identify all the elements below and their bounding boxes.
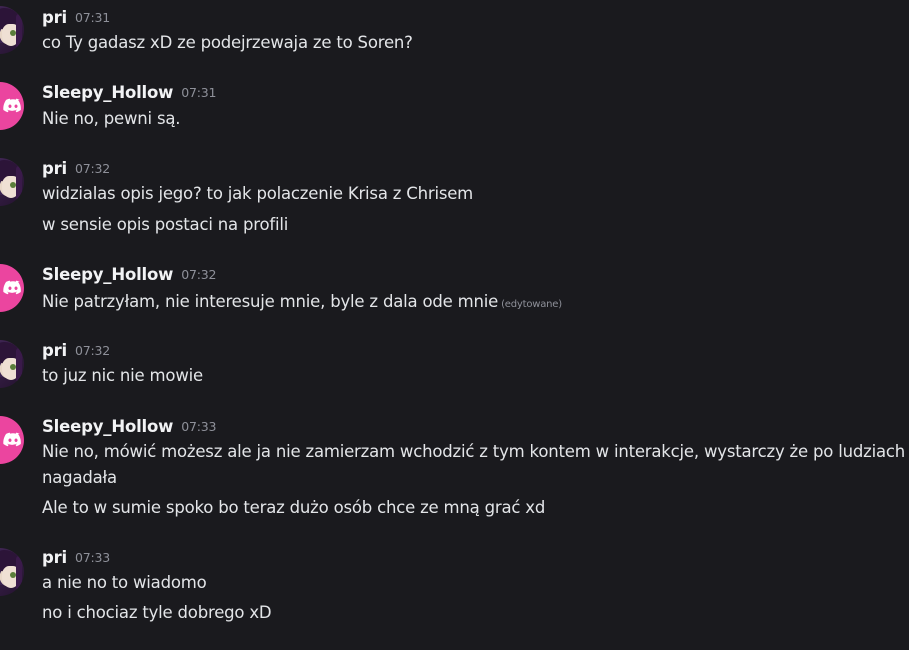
username-label[interactable]: pri (42, 8, 67, 27)
user-avatar[interactable] (0, 548, 24, 596)
timestamp: 07:32 (75, 161, 111, 176)
timestamp: 07:32 (181, 267, 217, 282)
message-text: Ale to w sumie spoko bo teraz dużo osób … (42, 498, 546, 517)
username-label[interactable]: Sleepy_Hollow (42, 417, 173, 436)
username[interactable]: pri 07:31 (42, 8, 110, 27)
chat-log: pri 07:31 co Ty gadasz xD ze podejrzewaja… (0, 0, 909, 650)
message-text: Nie no, pewni są. (42, 109, 181, 128)
timestamp: 07:32 (75, 343, 111, 358)
username[interactable]: Sleepy_Hollow 07:32 (42, 265, 216, 284)
username-label[interactable]: pri (42, 548, 67, 567)
username-label[interactable]: pri (42, 159, 67, 178)
message-text: widzialas opis jego? to jak polaczenie K… (42, 184, 474, 203)
message-text-content: Nie patrzyłam, nie interesuje mnie, byle… (42, 292, 499, 311)
user-avatar[interactable] (0, 6, 24, 54)
message-text: Nie patrzyłam, nie interesuje mnie, byle… (42, 292, 562, 311)
message-text: no i chociaz tyle dobrego xD (42, 603, 272, 622)
message-text: to juz nic nie mowie (42, 366, 203, 385)
timestamp: 07:31 (75, 10, 111, 25)
user-avatar[interactable] (0, 264, 24, 312)
username[interactable]: pri 07:33 (42, 548, 110, 567)
discord-logo-icon (3, 280, 21, 295)
timestamp: 07:31 (181, 85, 217, 100)
timestamp: 07:33 (75, 550, 111, 565)
user-avatar[interactable] (0, 158, 24, 206)
username-label[interactable]: Sleepy_Hollow (42, 265, 173, 284)
username[interactable]: pri 07:32 (42, 341, 110, 360)
username-label[interactable]: pri (42, 341, 67, 360)
discord-logo-icon (3, 98, 21, 113)
discord-logo-icon (3, 432, 21, 447)
username[interactable]: Sleepy_Hollow 07:33 (42, 417, 216, 436)
user-avatar[interactable] (0, 340, 24, 388)
message-text: nagadała (42, 468, 117, 487)
username-label[interactable]: Sleepy_Hollow (42, 83, 173, 102)
message-text: w sensie opis postaci na profili (42, 215, 289, 234)
username[interactable]: pri 07:32 (42, 159, 110, 178)
timestamp: 07:33 (181, 419, 217, 434)
message-text: Nie no, mówić możesz ale ja nie zamierza… (42, 442, 906, 461)
edited-marker: (edytowane) (501, 299, 562, 310)
message-text: a nie no to wiadomo (42, 573, 207, 592)
username[interactable]: Sleepy_Hollow 07:31 (42, 83, 216, 102)
message-text: co Ty gadasz xD ze podejrzewaja ze to So… (42, 33, 413, 52)
user-avatar[interactable] (0, 82, 24, 130)
user-avatar[interactable] (0, 416, 24, 464)
